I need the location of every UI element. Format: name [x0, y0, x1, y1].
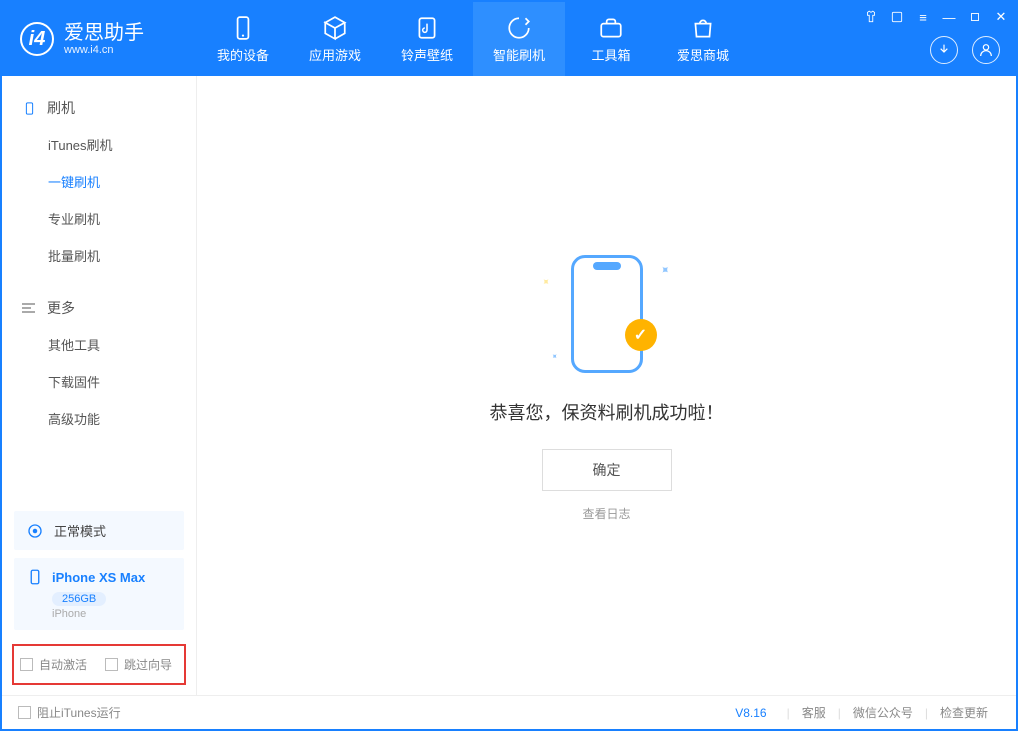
maximize-button[interactable]	[966, 8, 984, 26]
toolbox-icon	[598, 15, 624, 41]
auto-activate-checkbox[interactable]: 自动激活	[20, 656, 87, 673]
sparkle-icon: ✦	[538, 276, 552, 290]
device-storage: 256GB	[52, 592, 106, 606]
square-icon	[969, 11, 981, 23]
sparkle-icon: ✦	[657, 261, 674, 278]
check-badge-icon: ✓	[625, 319, 657, 351]
version-label: V8.16	[735, 706, 766, 720]
logo-icon: i4	[20, 22, 54, 56]
sidebar-item-other-tools[interactable]: 其他工具	[2, 326, 196, 363]
footer-link-update[interactable]: 检查更新	[928, 704, 1000, 721]
cube-icon	[322, 15, 348, 41]
note-icon	[890, 10, 904, 24]
sparkle-icon: ✦	[548, 351, 559, 362]
minimize-button[interactable]: —	[940, 8, 958, 26]
tab-ringtone-wallpaper[interactable]: 铃声壁纸	[381, 2, 473, 76]
tab-smart-flash[interactable]: 智能刷机	[473, 2, 565, 76]
sidebar-item-download-firmware[interactable]: 下载固件	[2, 363, 196, 400]
sidebar-item-batch-flash[interactable]: 批量刷机	[2, 237, 196, 274]
ok-button[interactable]: 确定	[542, 449, 672, 491]
view-log-link[interactable]: 查看日志	[582, 505, 630, 522]
footer-link-wechat[interactable]: 微信公众号	[841, 704, 925, 721]
theme-button[interactable]	[862, 8, 880, 26]
checkbox-icon	[20, 658, 33, 671]
tab-my-device[interactable]: 我的设备	[197, 2, 289, 76]
flash-options-highlight: 自动激活 跳过向导	[12, 644, 186, 685]
sidebar-item-oneclick-flash[interactable]: 一键刷机	[2, 163, 196, 200]
list-icon	[22, 301, 37, 316]
tab-apps-games[interactable]: 应用游戏	[289, 2, 381, 76]
sidebar-item-advanced[interactable]: 高级功能	[2, 400, 196, 437]
skip-guide-checkbox[interactable]: 跳过向导	[105, 656, 172, 673]
header: i4 爱思助手 www.i4.cn 我的设备 应用游戏 铃声壁纸 智能刷机	[2, 2, 1016, 76]
device-type: iPhone	[52, 608, 172, 620]
device-phone-icon	[26, 568, 44, 586]
mode-card[interactable]: 正常模式	[14, 511, 184, 550]
main-content: ✦ ✦ ✦ ✓ 恭喜您，保资料刷机成功啦！ 确定 查看日志	[197, 76, 1016, 695]
stop-itunes-checkbox[interactable]: 阻止iTunes运行	[18, 704, 121, 721]
refresh-shield-icon	[506, 15, 532, 41]
footer-link-support[interactable]: 客服	[790, 704, 838, 721]
menu-button[interactable]: ≡	[914, 8, 932, 26]
logo-title: 爱思助手	[64, 22, 144, 44]
logo-subtitle: www.i4.cn	[64, 44, 144, 56]
user-icon	[978, 42, 994, 58]
feedback-button[interactable]	[888, 8, 906, 26]
phone-graphic	[571, 255, 643, 373]
download-manager-button[interactable]	[930, 36, 958, 64]
mode-icon	[26, 522, 44, 540]
tab-toolbox[interactable]: 工具箱	[565, 2, 657, 76]
logo: i4 爱思助手 www.i4.cn	[2, 2, 197, 76]
checkbox-icon	[18, 706, 31, 719]
sidebar-item-itunes-flash[interactable]: iTunes刷机	[2, 126, 196, 163]
download-icon	[936, 42, 952, 58]
shopping-bag-icon	[690, 15, 716, 41]
checkbox-icon	[105, 658, 118, 671]
sidebar-item-pro-flash[interactable]: 专业刷机	[2, 200, 196, 237]
phone-icon	[22, 101, 37, 116]
sidebar: 刷机 iTunes刷机 一键刷机 专业刷机 批量刷机 更多 其他工具 下载固件 …	[2, 76, 197, 695]
music-file-icon	[414, 15, 440, 41]
device-card[interactable]: iPhone XS Max 256GB iPhone	[14, 558, 184, 630]
success-message: 恭喜您，保资料刷机成功啦！	[490, 399, 724, 425]
sidebar-group-more: 更多	[2, 290, 196, 326]
shirt-icon	[864, 10, 878, 24]
tab-store[interactable]: 爱思商城	[657, 2, 749, 76]
device-icon	[230, 15, 256, 41]
device-name: iPhone XS Max	[52, 570, 145, 585]
close-button[interactable]: ✕	[992, 8, 1010, 26]
success-illustration: ✦ ✦ ✦ ✓	[537, 249, 677, 379]
sidebar-group-flash: 刷机	[2, 90, 196, 126]
account-button[interactable]	[972, 36, 1000, 64]
footer: 阻止iTunes运行 V8.16 | 客服 | 微信公众号 | 检查更新	[2, 695, 1016, 729]
